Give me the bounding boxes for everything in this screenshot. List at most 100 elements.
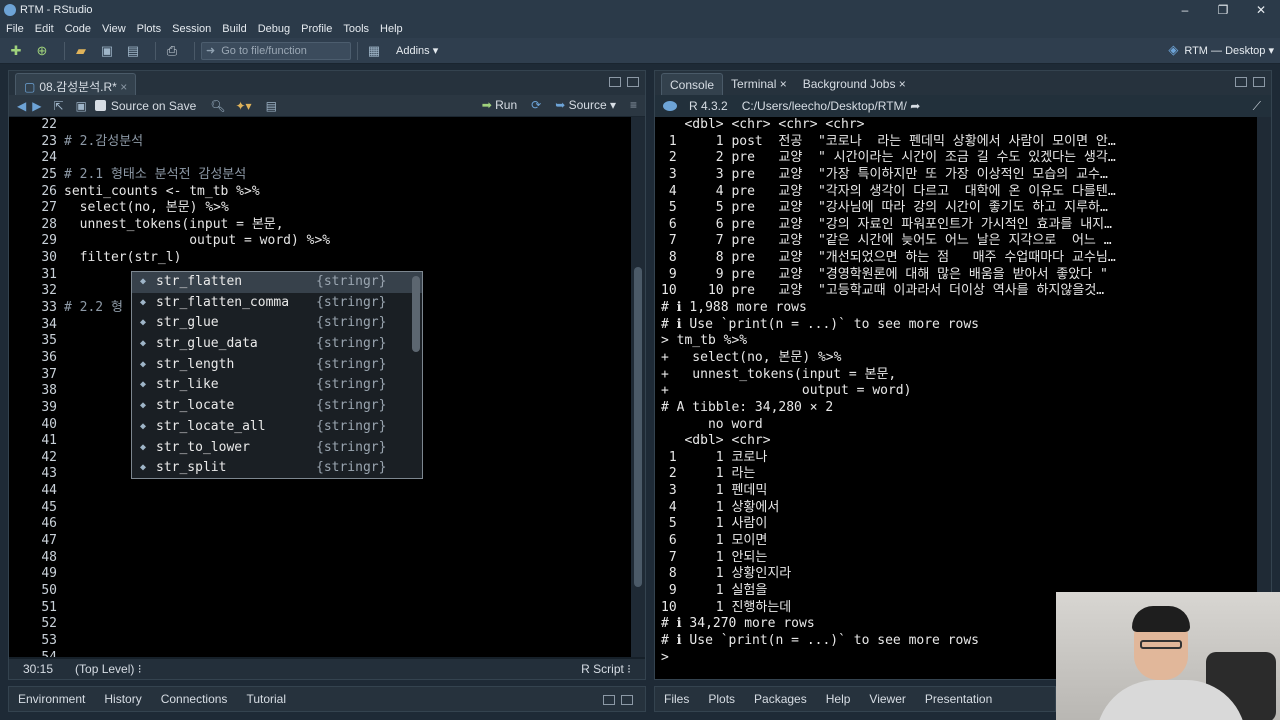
save-all-icon[interactable]: ▤ bbox=[123, 42, 143, 60]
menu-help[interactable]: Help bbox=[380, 23, 403, 35]
line-number: 42 bbox=[41, 449, 57, 465]
menu-profile[interactable]: Profile bbox=[301, 23, 332, 35]
run-button[interactable]: ➡ Run bbox=[482, 98, 517, 112]
compile-report-icon[interactable]: ▤ bbox=[266, 99, 277, 113]
autocomplete-scrollbar[interactable] bbox=[412, 276, 420, 352]
addins-menu[interactable]: Addins ▾ bbox=[396, 44, 438, 57]
print-icon[interactable]: ⎙ bbox=[162, 42, 182, 60]
source-on-save-checkbox[interactable] bbox=[94, 100, 106, 111]
tab-environment[interactable]: Environment bbox=[18, 692, 85, 706]
autocomplete-item[interactable]: ◆ str_locate {stringr} bbox=[132, 396, 422, 417]
menu-build[interactable]: Build bbox=[222, 23, 246, 35]
source-on-save-label: Source on Save bbox=[110, 98, 197, 113]
code-tools-wand-icon[interactable]: ✦▾ bbox=[236, 99, 252, 113]
window-controls: – ❐ ✕ bbox=[1166, 0, 1280, 20]
grid-layout-icon[interactable]: ▦ bbox=[364, 42, 384, 60]
source-label: Source ▾ bbox=[568, 98, 616, 112]
code-line: senti_counts <- tm_tb %>% bbox=[64, 183, 260, 199]
maximize-button[interactable]: ❐ bbox=[1204, 0, 1242, 20]
autocomplete-item[interactable]: ◆ str_locate_all {stringr} bbox=[132, 417, 422, 438]
maximize-pane-icon[interactable] bbox=[627, 77, 639, 87]
outline-icon[interactable]: ≡ bbox=[630, 98, 637, 112]
function-icon: ◆ bbox=[140, 276, 147, 287]
tab-help[interactable]: Help bbox=[826, 692, 851, 706]
rerun-icon[interactable]: ⟳ bbox=[531, 98, 541, 112]
console-line: 9 9 pre 교양 "경영학원론에 대해 많은 배움을 받아서 좋았다 " bbox=[661, 266, 1108, 282]
line-number: 35 bbox=[41, 333, 57, 349]
autocomplete-item[interactable]: ◆ str_flatten {stringr} bbox=[132, 272, 422, 293]
autocomplete-package: {stringr} bbox=[316, 398, 387, 414]
menu-code[interactable]: Code bbox=[65, 23, 91, 35]
new-file-icon[interactable]: ✚ bbox=[6, 42, 26, 60]
maximize-pane-icon[interactable] bbox=[621, 695, 633, 705]
tab-plots[interactable]: Plots bbox=[708, 692, 735, 706]
autocomplete-item[interactable]: ◆ str_to_lower {stringr} bbox=[132, 438, 422, 459]
autocomplete-item[interactable]: ◆ str_glue_data {stringr} bbox=[132, 334, 422, 355]
editor-scroll-thumb[interactable] bbox=[634, 267, 642, 587]
function-icon: ◆ bbox=[140, 379, 147, 391]
editor-scrollbar[interactable] bbox=[631, 117, 645, 657]
close-button[interactable]: ✕ bbox=[1242, 0, 1280, 20]
files-pane-tabs: Files Plots Packages Help Viewer Present… bbox=[654, 686, 1056, 712]
autocomplete-item[interactable]: ◆ str_glue {stringr} bbox=[132, 313, 422, 334]
console-line: # ℹ Use `print(n = ...)` to see more row… bbox=[661, 316, 980, 332]
autocomplete-item[interactable]: ◆ str_flatten_comma {stringr} bbox=[132, 293, 422, 314]
autocomplete-name: str_locate_all bbox=[156, 418, 266, 434]
autocomplete-item[interactable]: ◆ str_length {stringr} bbox=[132, 355, 422, 376]
toolbar-divider bbox=[357, 41, 358, 60]
tab-packages[interactable]: Packages bbox=[754, 692, 807, 706]
save-file-icon[interactable]: ▣ bbox=[76, 99, 87, 113]
close-tab-icon[interactable]: × bbox=[120, 80, 127, 94]
show-in-window-icon[interactable]: ⇱ bbox=[53, 99, 63, 113]
menu-plots[interactable]: Plots bbox=[137, 23, 161, 35]
go-to-file-input[interactable]: ➜ Go to file/function bbox=[201, 41, 351, 60]
menu-debug[interactable]: Debug bbox=[258, 23, 290, 35]
console-line: 4 4 pre 교양 "각자의 생각이 다르고 대학에 온 이유도 다를텐… bbox=[661, 183, 1116, 199]
forward-arrow-icon[interactable]: ▶ bbox=[32, 99, 41, 113]
autocomplete-item[interactable]: ◆ str_split {stringr} bbox=[132, 458, 422, 479]
tab-terminal[interactable]: Terminal × bbox=[723, 73, 795, 95]
menu-tools[interactable]: Tools bbox=[343, 23, 369, 35]
autocomplete-name: str_to_lower bbox=[156, 439, 250, 455]
file-type-selector[interactable]: R Script ⁝ bbox=[581, 662, 631, 676]
tab-files[interactable]: Files bbox=[664, 692, 689, 706]
minimize-pane-icon[interactable] bbox=[609, 77, 621, 87]
working-directory[interactable]: C:/Users/leecho/Desktop/RTM/ ➦ bbox=[742, 99, 921, 113]
maximize-pane-icon[interactable] bbox=[1253, 77, 1265, 87]
autocomplete-item[interactable]: ◆ str_like {stringr} bbox=[132, 375, 422, 396]
minimize-pane-icon[interactable] bbox=[1235, 77, 1247, 87]
tab-08-sentiment-r[interactable]: ▢ 08.감성분석.R* × bbox=[15, 73, 137, 95]
tab-presentation[interactable]: Presentation bbox=[925, 692, 992, 706]
menu-view[interactable]: View bbox=[102, 23, 126, 35]
line-number: 27 bbox=[41, 200, 57, 216]
menu-edit[interactable]: Edit bbox=[35, 23, 54, 35]
line-number: 45 bbox=[41, 499, 57, 515]
new-project-icon[interactable]: ⊕ bbox=[32, 42, 52, 60]
tab-connections[interactable]: Connections bbox=[161, 692, 228, 706]
autocomplete-name: str_flatten_comma bbox=[156, 294, 290, 310]
source-button[interactable]: ➥ Source ▾ bbox=[555, 98, 616, 112]
menu-session[interactable]: Session bbox=[172, 23, 211, 35]
tab-history[interactable]: History bbox=[104, 692, 141, 706]
back-arrow-icon[interactable]: ◀ bbox=[17, 99, 26, 113]
save-icon[interactable]: ▣ bbox=[97, 42, 117, 60]
menu-file[interactable]: File bbox=[6, 23, 24, 35]
tab-viewer[interactable]: Viewer bbox=[869, 692, 905, 706]
project-menu[interactable]: ◈ RTM — Desktop ▾ bbox=[1168, 42, 1274, 58]
console-line: 6 1 모이면 bbox=[661, 533, 768, 549]
tab-console[interactable]: Console bbox=[661, 73, 724, 95]
tab-background-jobs[interactable]: Background Jobs × bbox=[795, 73, 914, 95]
minimize-button[interactable]: – bbox=[1166, 0, 1204, 20]
code-line: output = word) %>% bbox=[64, 233, 331, 249]
open-folder-icon[interactable]: ▰ bbox=[71, 42, 91, 60]
window-title: RTM - RStudio bbox=[20, 4, 93, 16]
goto-arrow-icon: ➜ bbox=[206, 45, 216, 57]
find-icon[interactable]: 🔍︎ bbox=[210, 99, 225, 113]
scope-selector[interactable]: (Top Level) ⁝ bbox=[75, 662, 142, 676]
console-scrollbar[interactable] bbox=[1257, 117, 1271, 663]
tab-tutorial[interactable]: Tutorial bbox=[246, 692, 286, 706]
console-line: 1 1 코로나 bbox=[661, 449, 768, 465]
minimize-pane-icon[interactable] bbox=[603, 695, 615, 705]
line-number: 46 bbox=[41, 516, 57, 532]
clear-console-broom-icon[interactable]: ⟋ bbox=[1253, 99, 1261, 114]
